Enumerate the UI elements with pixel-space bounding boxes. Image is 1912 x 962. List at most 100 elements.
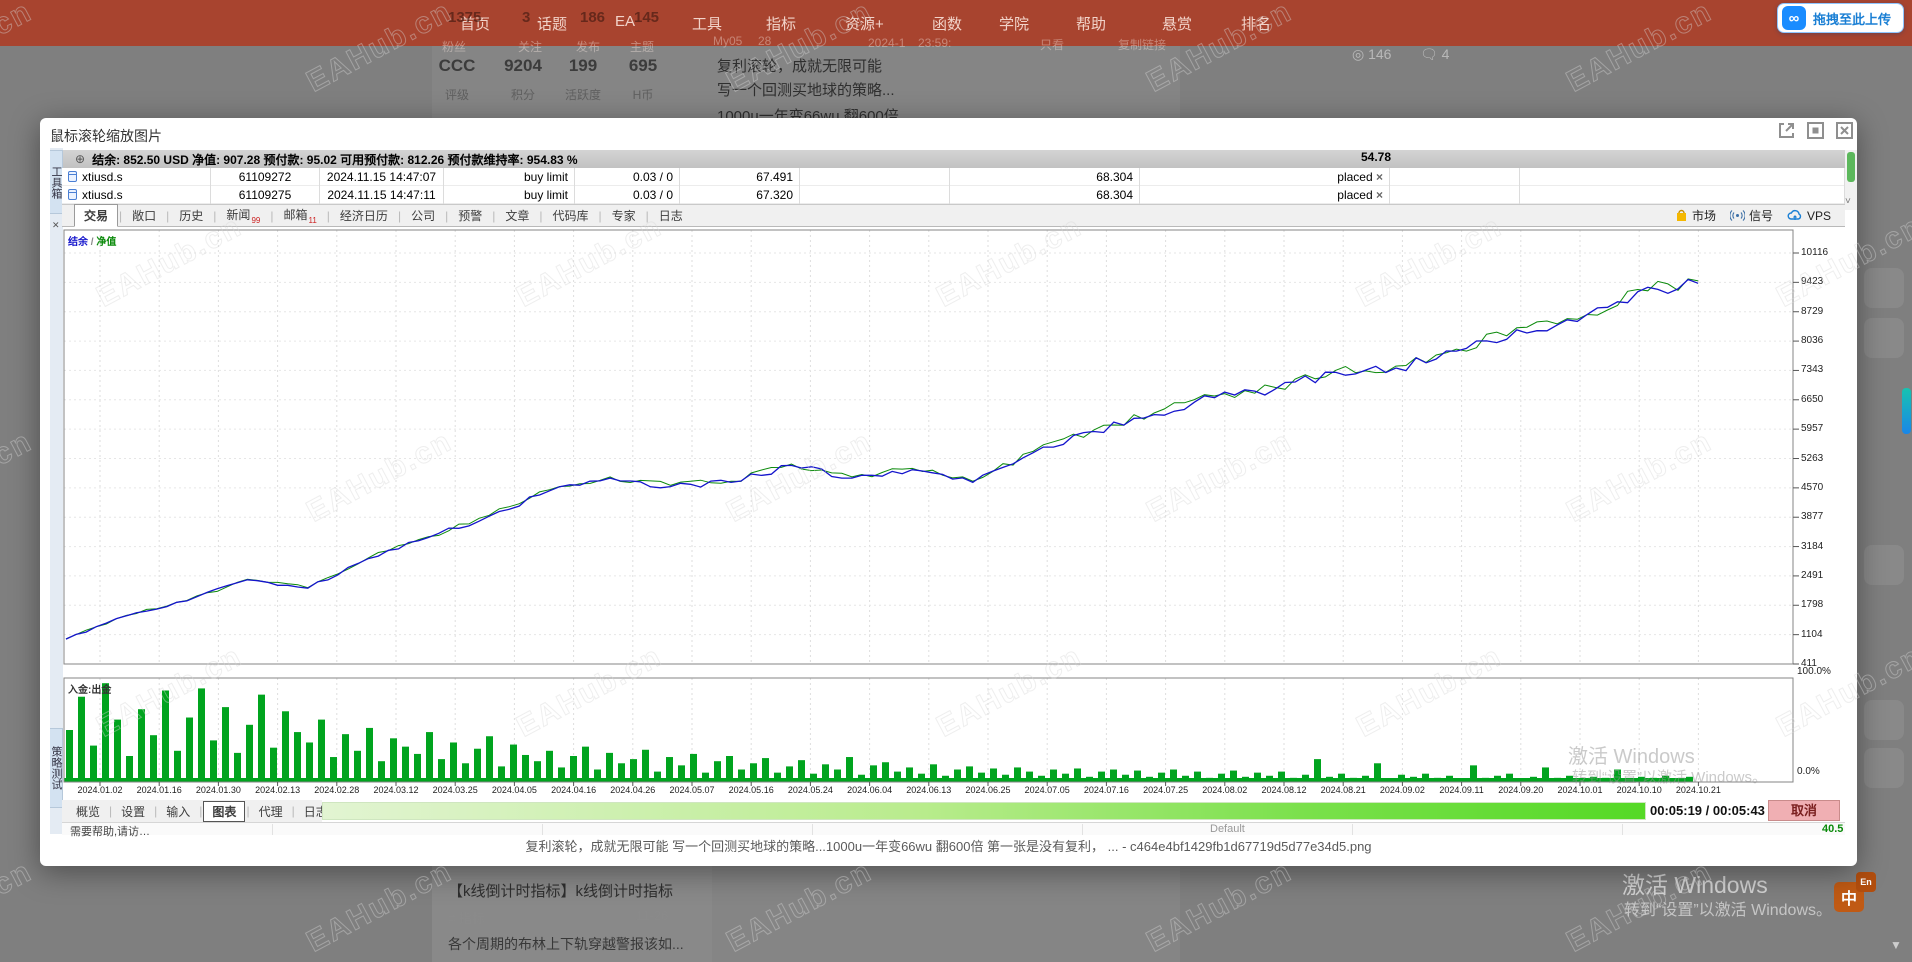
delete-order-icon[interactable]: × <box>1376 188 1383 202</box>
open-in-new-tab-icon[interactable] <box>1777 121 1796 140</box>
nav-item-2[interactable]: EA <box>615 13 635 30</box>
view-count: ◎ 146 <box>1352 46 1392 62</box>
toolbox-tab-8[interactable]: 文章 <box>496 205 538 226</box>
toolbox-tab-5[interactable]: 经济日历 <box>331 205 397 226</box>
tester-tab-3[interactable]: 图表 <box>203 800 246 822</box>
profile-stat-label: H币 <box>632 88 654 102</box>
floating-action-tile[interactable] <box>1864 748 1904 788</box>
tester-tab-1[interactable]: 设置 <box>113 802 153 821</box>
thread-title-line2: 写一个回测买地球的策略... <box>717 82 895 99</box>
table-scrollbar-thumb[interactable] <box>1847 152 1855 182</box>
floating-action-tile[interactable] <box>1864 700 1904 740</box>
order-cell-empty <box>1520 168 1845 186</box>
x-axis-date: 2024.05.07 <box>669 785 715 795</box>
floating-action-tile[interactable] <box>1864 268 1904 308</box>
y-axis-label: 7343 <box>1801 364 1824 376</box>
toolbox-tab-9[interactable]: 代码库 <box>543 205 597 226</box>
toolbox-tab-0[interactable]: 交易 <box>74 204 119 227</box>
partial-metric-value: 40.5 <box>1822 823 1844 835</box>
stat-label: 粉丝 <box>442 40 467 54</box>
toolbox-tab-10[interactable]: 专家 <box>603 205 645 226</box>
tab-badge: 11 <box>308 215 317 225</box>
tab-separator: | <box>539 208 543 223</box>
nav-item-3[interactable]: 工具 <box>692 13 722 34</box>
y-axis-label: 5263 <box>1801 452 1824 464</box>
y-axis-label: 3184 <box>1801 540 1824 552</box>
image-caption: 复利滚轮，成就无限可能 写一个回测买地球的策略...1000u一年变66wu 翻… <box>525 839 1372 854</box>
eahub-watermark: EAHub.cn <box>0 854 38 959</box>
nav-item-1[interactable]: 话题 <box>537 13 567 34</box>
nav-item-10[interactable]: 排名 <box>1241 13 1271 34</box>
stat-number: 145 <box>634 9 660 26</box>
nav-item-4[interactable]: 指标 <box>766 13 796 34</box>
toolbox-tab-11[interactable]: 日志 <box>650 205 692 226</box>
x-axis-date: 2024.04.16 <box>551 785 597 795</box>
faded-fragment: 复制链接 <box>1118 38 1167 52</box>
toolbox-tab-2[interactable]: 历史 <box>170 205 212 226</box>
floating-action-tile[interactable] <box>1864 318 1904 358</box>
x-axis-date: 2024.06.04 <box>847 785 893 795</box>
post-date: 11-26 <box>636 908 669 923</box>
cancel-button[interactable]: 取消 <box>1768 800 1840 821</box>
market-button[interactable]: 市场 <box>1675 207 1716 224</box>
toolbox-tab-3[interactable]: 新闻99 <box>217 204 269 226</box>
tab-badge: 99 <box>251 215 261 225</box>
delete-order-icon[interactable]: × <box>1376 170 1383 184</box>
toolbox-tab-6[interactable]: 公司 <box>402 205 444 226</box>
balance-line <box>65 278 1699 640</box>
profile-default-label: Default <box>1210 823 1245 835</box>
order-cell-symbol: xtiusd.s <box>62 168 211 186</box>
market-bag-icon <box>1676 209 1686 221</box>
table-scroll-down-icon[interactable]: ˅ <box>1845 196 1851 207</box>
y-axis-label: 5957 <box>1801 423 1824 435</box>
terminal-services: 市场 信号 VPS <box>1675 207 1831 224</box>
nav-item-6[interactable]: 函数 <box>932 13 962 34</box>
account-balance-bar: ⊕ 结余: 852.50 USD 净值: 907.28 预付款: 95.02 可… <box>63 150 1845 168</box>
order-cell-state: placed × <box>1140 168 1390 186</box>
x-axis-date: 2024.10.01 <box>1557 785 1603 795</box>
equity-chart <box>63 229 1799 786</box>
post-snippet: 各个周期的布林上下轨穿越警报该如... <box>448 936 684 952</box>
expand-icon[interactable]: ⊕ <box>75 152 85 166</box>
tester-tab-0[interactable]: 概览 <box>68 802 108 821</box>
page-scrollbar-thumb[interactable] <box>1902 388 1911 434</box>
stat-label: 主题 <box>630 40 655 54</box>
signals-button[interactable]: 信号 <box>1729 207 1773 224</box>
fullscreen-icon[interactable] <box>1806 121 1825 140</box>
upload-dropzone-button[interactable]: ∞ 拖拽至此上传 <box>1776 3 1904 33</box>
tab-separator: | <box>119 208 123 223</box>
background-post-card: 【k线倒计时指标】k线倒计时指标 # 指标 11-26 各个周期的布林上下轨穿越… <box>432 866 712 962</box>
scroll-down-arrow-icon[interactable]: ▼ <box>1890 938 1902 952</box>
nav-item-7[interactable]: 学院 <box>999 13 1029 34</box>
x-axis-date: 2024.01.30 <box>195 785 241 795</box>
order-cell-type: buy limit <box>444 186 575 204</box>
order-cell-empty <box>1390 186 1520 204</box>
page: ∞ 拖拽至此上传 复利滚轮，成就无限可能 写一个回测买地球的策略... 1000… <box>0 0 1912 962</box>
x-axis-date: 2024.07.25 <box>1143 785 1189 795</box>
toolbox-close-icon[interactable]: ✕ <box>52 220 60 231</box>
profile-stat-value: CCC <box>438 56 476 75</box>
tester-tab-4[interactable]: 代理 <box>251 802 291 821</box>
tester-tab-2[interactable]: 输入 <box>158 802 198 821</box>
floating-action-tile[interactable] <box>1864 545 1904 585</box>
toolbox-tab-4[interactable]: 邮箱11 <box>274 204 325 226</box>
tab-separator: | <box>166 208 170 223</box>
x-axis-date: 2024.10.21 <box>1675 785 1721 795</box>
tab-separator: | <box>199 804 203 818</box>
y-axis-label: 9423 <box>1801 276 1824 288</box>
vps-button[interactable]: VPS <box>1787 209 1831 223</box>
tab-separator: | <box>270 208 274 223</box>
faded-fragment: 28 <box>758 34 772 48</box>
order-cell-symbol: xtiusd.s <box>62 186 211 204</box>
order-row: xtiusd.s 61109275 2024.11.15 14:47:11 buy l… <box>62 186 1845 204</box>
close-icon[interactable] <box>1835 121 1854 140</box>
nav-item-8[interactable]: 帮助 <box>1076 13 1106 34</box>
toolbox-tab-1[interactable]: 敞口 <box>123 205 165 226</box>
x-axis-date: 2024.05.16 <box>728 785 774 795</box>
order-cell-price: 67.491 <box>680 168 800 186</box>
y-axis-label: 10116 <box>1801 247 1829 258</box>
y-axis-label: 411 <box>1801 658 1817 669</box>
toolbox-tab-7[interactable]: 预警 <box>449 205 491 226</box>
nav-item-9[interactable]: 悬赏 <box>1162 13 1192 34</box>
nav-item-5[interactable]: 资源+ <box>845 13 884 34</box>
